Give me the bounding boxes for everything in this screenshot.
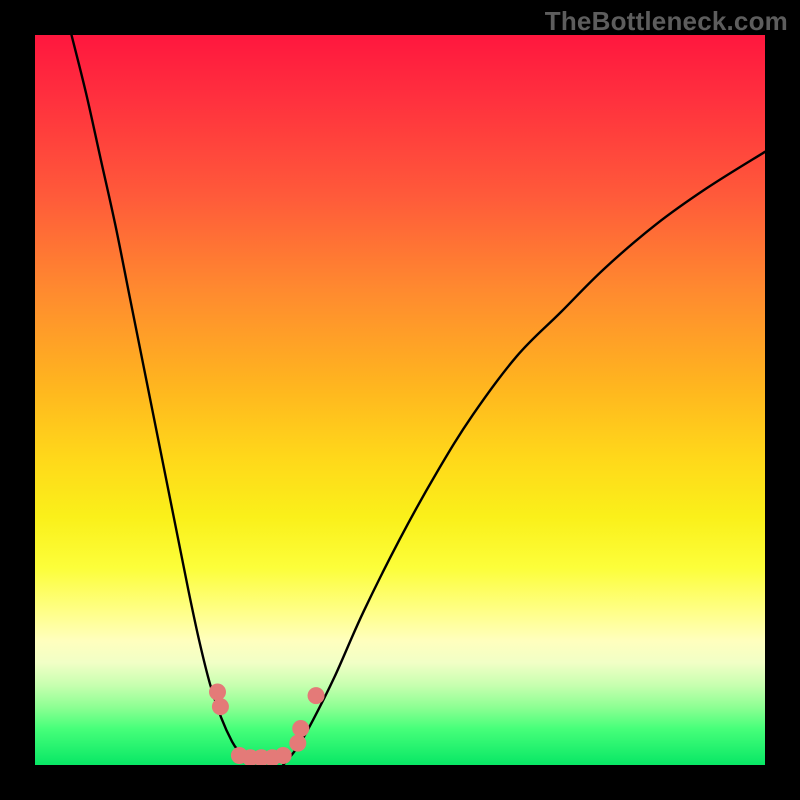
right-curve [283,152,765,765]
curve-layer [35,35,765,765]
marker-dot [292,720,309,737]
left-curve [72,35,255,765]
marker-dot [275,747,292,764]
marker-group [209,684,325,766]
chart-frame: TheBottleneck.com [0,0,800,800]
marker-dot [289,735,306,752]
watermark-text: TheBottleneck.com [545,6,788,37]
marker-dot [308,687,325,704]
marker-dot [212,698,229,715]
marker-dot [209,684,226,701]
plot-area [35,35,765,765]
